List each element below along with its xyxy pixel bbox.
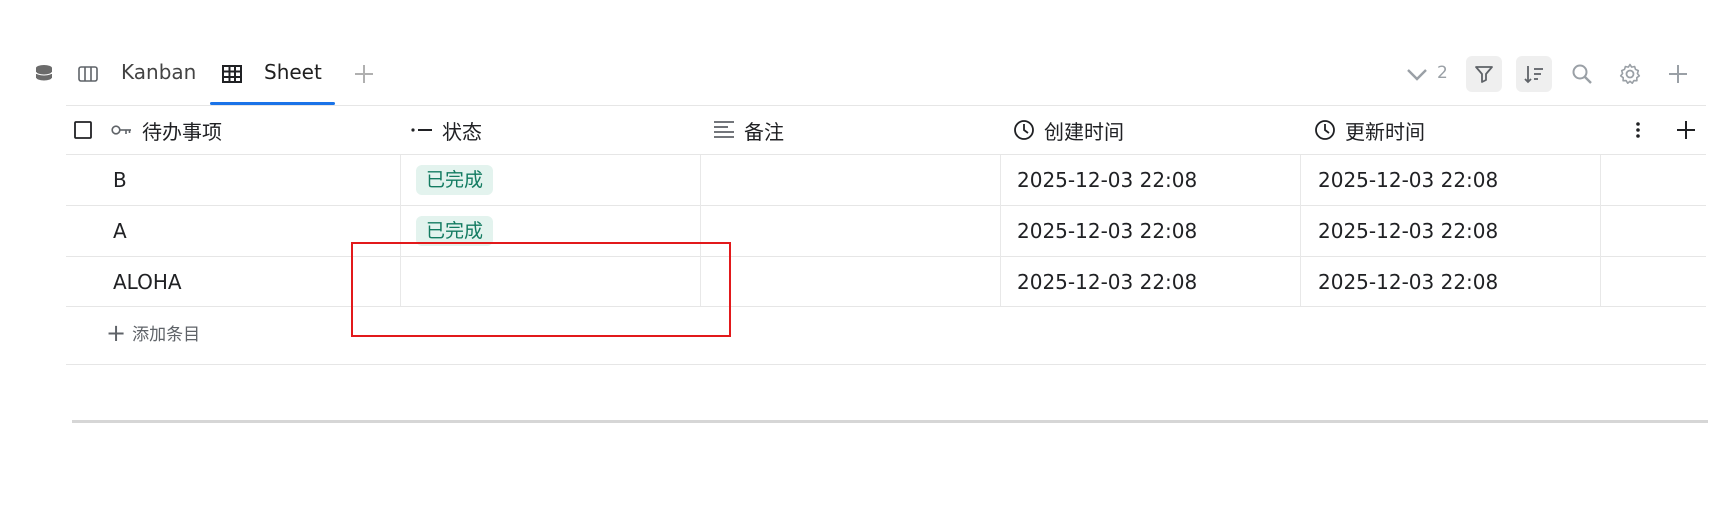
sheet-tab-icon[interactable] (220, 62, 244, 86)
select-all-checkbox[interactable] (73, 120, 93, 140)
status-badge: 已完成 (416, 165, 494, 195)
add-row-divider (66, 364, 1706, 365)
text-icon (712, 118, 736, 142)
settings-gear-icon[interactable] (1616, 60, 1644, 88)
column-label: 创建时间 (1044, 119, 1124, 144)
row-divider (66, 306, 1706, 307)
column-header-title[interactable]: 待办事项 (110, 112, 222, 148)
column-label: 更新时间 (1345, 119, 1425, 144)
table-row-updated[interactable]: 2025-12-03 22:08 (1318, 207, 1498, 255)
add-column-icon[interactable] (1672, 116, 1700, 144)
tabbar-divider (66, 105, 1706, 106)
clock-icon (1012, 118, 1036, 142)
chevron-down-icon[interactable] (1404, 62, 1430, 88)
filter-button[interactable] (1466, 56, 1502, 92)
search-icon[interactable] (1568, 60, 1596, 88)
table-row-title[interactable]: ALOHA (113, 258, 182, 306)
row-divider (66, 205, 1706, 206)
table-row-created[interactable]: 2025-12-03 22:08 (1017, 207, 1197, 255)
add-row-label: 添加条目 (132, 325, 201, 345)
add-record-icon[interactable] (1664, 60, 1692, 88)
column-header-note[interactable]: 备注 (712, 112, 784, 148)
column-header-status[interactable]: 状态 (410, 112, 482, 148)
plus-icon: + (106, 318, 127, 347)
more-vertical-icon[interactable] (1626, 118, 1650, 142)
table-row-title[interactable]: B (113, 156, 127, 204)
add-view-icon[interactable] (350, 60, 378, 88)
row-divider (66, 256, 1706, 257)
column-header-updated[interactable]: 更新时间 (1313, 112, 1425, 148)
add-row-button[interactable]: + 添加条目 (106, 318, 201, 347)
highlight-box (351, 242, 731, 337)
clock-icon (1313, 118, 1337, 142)
collapse-count: 2 (1437, 63, 1448, 83)
select-icon (410, 118, 434, 142)
table-row-created[interactable]: 2025-12-03 22:08 (1017, 258, 1197, 306)
table-row-title[interactable]: A (113, 207, 127, 255)
horizontal-scrollbar[interactable] (72, 420, 1708, 423)
column-divider (1300, 155, 1301, 306)
table-row-updated[interactable]: 2025-12-03 22:08 (1318, 156, 1498, 204)
column-label: 状态 (442, 119, 482, 144)
column-divider (1000, 155, 1001, 306)
column-divider (1600, 155, 1601, 306)
table-row-status[interactable]: 已完成 (416, 156, 494, 204)
column-label: 待办事项 (142, 119, 222, 144)
tab-sheet[interactable]: Sheet (264, 60, 322, 84)
column-header-created[interactable]: 创建时间 (1012, 112, 1124, 148)
header-divider (66, 154, 1706, 155)
tab-kanban[interactable]: Kanban (121, 60, 196, 84)
sort-button[interactable] (1516, 56, 1552, 92)
table-row-created[interactable]: 2025-12-03 22:08 (1017, 156, 1197, 204)
key-icon (110, 118, 134, 142)
database-icon[interactable] (30, 60, 58, 88)
table-row-updated[interactable]: 2025-12-03 22:08 (1318, 258, 1498, 306)
kanban-tab-icon[interactable] (76, 62, 100, 86)
column-label: 备注 (744, 119, 784, 144)
